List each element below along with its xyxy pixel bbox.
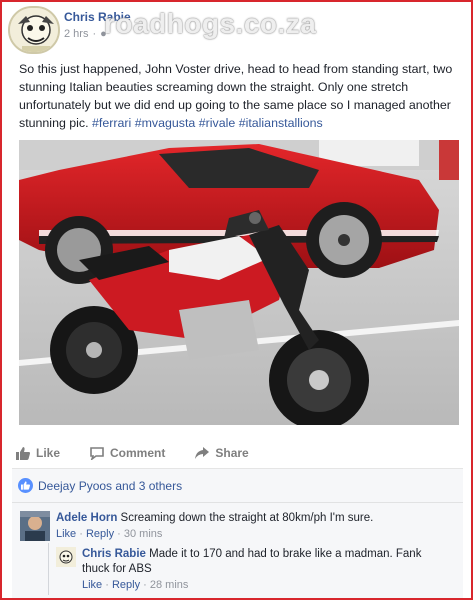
reply-meta: Like · Reply · 28 mins [82, 579, 189, 591]
site-watermark: roadhogs.co.za [104, 8, 317, 39]
separator-dot: · [92, 28, 97, 40]
avatar-illustration-icon [10, 8, 58, 52]
avatar-illustration-icon [56, 547, 76, 567]
post-hashtags[interactable]: #ferrari #mvagusta #rivale #italianstall… [92, 116, 323, 130]
comment-button[interactable]: Comment [90, 446, 165, 460]
post-timestamp: 2 hrs · ● [64, 28, 107, 40]
post-time[interactable]: 2 hrs [64, 28, 88, 40]
like-label: Like [36, 446, 61, 460]
author-avatar[interactable] [8, 6, 60, 54]
commenter-avatar[interactable] [20, 511, 50, 541]
reply-author-name[interactable]: Chris Rabie [82, 548, 146, 560]
post-actions: Like Comment Share [16, 442, 461, 464]
post-message: So this just happened, John Voster drive… [19, 60, 461, 132]
thumbs-up-icon [16, 446, 30, 460]
comments-section: Adele Horn Screaming down the straight a… [12, 502, 463, 598]
comment-time[interactable]: 30 mins [124, 528, 163, 540]
like-button[interactable]: Like [16, 446, 60, 460]
comment-meta: Like · Reply · 30 mins [56, 528, 163, 540]
share-button[interactable]: Share [195, 446, 249, 460]
comment-label: Comment [110, 446, 166, 460]
reply-body: Chris Rabie Made it to 170 and had to br… [82, 547, 452, 577]
comment-body: Adele Horn Screaming down the straight a… [56, 511, 456, 526]
comment-reply-link[interactable]: Reply [86, 528, 114, 540]
post-header: Chris Rabie 2 hrs · ● roadhogs.co.za [8, 6, 468, 54]
reactions-text[interactable]: Deejay Pyoos and 3 others [38, 479, 182, 493]
reply-line-1: Chris Rabie Made it to 170 and had to br… [82, 547, 452, 562]
photo-ferrari-and-motorcycle [19, 140, 459, 425]
share-arrow-icon [195, 446, 210, 459]
reactions-summary[interactable]: Deejay Pyoos and 3 others [18, 478, 182, 493]
comment-like-link[interactable]: Like [56, 528, 76, 540]
share-label: Share [215, 446, 249, 460]
reply-time[interactable]: 28 mins [150, 579, 189, 591]
reply-author-avatar[interactable] [56, 547, 76, 567]
like-reaction-icon [18, 478, 33, 493]
comment-text: Screaming down the straight at 80km/ph I… [120, 512, 374, 524]
reply-text-line-1: Made it to 170 and had to brake like a m… [149, 548, 422, 560]
reply-thread-line [48, 543, 49, 595]
avatar-photo [20, 511, 50, 541]
post-frame: Chris Rabie 2 hrs · ● roadhogs.co.za So … [0, 0, 473, 600]
reply-reply-link[interactable]: Reply [112, 579, 140, 591]
commenter-name[interactable]: Adele Horn [56, 512, 117, 524]
comment-icon [90, 446, 104, 460]
reactions-bar: Deejay Pyoos and 3 others [12, 468, 463, 502]
reply-text-line-2: thuck for ABS [82, 563, 152, 575]
post-photo[interactable] [19, 140, 459, 425]
reply-like-link[interactable]: Like [82, 579, 102, 591]
